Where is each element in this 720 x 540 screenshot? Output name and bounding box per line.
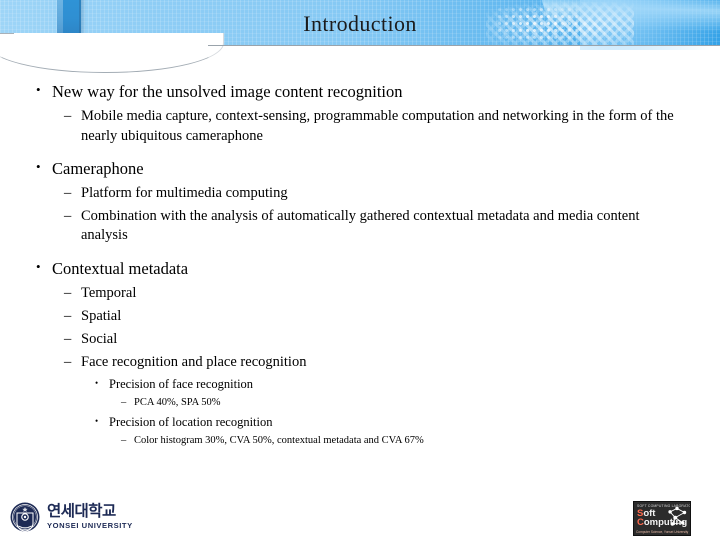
bullet-level2: – Platform for multimedia computing (0, 184, 720, 203)
yonsei-logo-wordmark: 연세대학교 YONSEI UNIVERSITY (47, 504, 133, 529)
yonsei-name-korean: 연세대학교 (47, 502, 116, 521)
bullet-level1: • Cameraphone (0, 158, 720, 180)
bullet-text: Face recognition and place recognition (81, 354, 307, 371)
bullet-text: Platform for multimedia computing (81, 185, 288, 202)
bullet-text: Mobile media capture, context-sensing, p… (81, 108, 674, 144)
bullet-dash-icon: – (64, 208, 72, 225)
bullet-level4: – Color histogram 30%, CVA 50%, contextu… (0, 434, 720, 448)
bullet-level2: – Social (0, 330, 720, 349)
bullet-square-icon: • (95, 416, 99, 427)
bullet-level2: – Face recognition and place recognition (0, 353, 720, 372)
network-graph-icon (668, 506, 687, 526)
computing-word-capital: C (637, 517, 644, 528)
bullet-text: Temporal (81, 284, 137, 301)
bullet-text: Precision of location recognition (109, 415, 273, 430)
bullet-text: Color histogram 30%, CVA 50%, contextual… (134, 435, 424, 446)
header-curve-dip (0, 33, 224, 73)
bullet-dash-icon: – (64, 308, 72, 325)
bullet-square-icon: • (95, 378, 99, 389)
bullet-level4: – PCA 40%, SPA 50% (0, 396, 720, 410)
bullet-level2: – Mobile media capture, context-sensing,… (0, 107, 720, 145)
bullet-dash-icon: – (121, 435, 127, 446)
bullet-dot-icon: • (36, 158, 41, 174)
bullet-dash-icon: – (64, 284, 72, 301)
soft-computing-lab-logo: SOFT COMPUTING LABORATORY Soft Computing… (633, 501, 691, 536)
bullet-text: Spatial (81, 308, 122, 325)
bullet-text: Contextual metadata (52, 258, 189, 278)
bullet-level3: • Precision of location recognition (0, 414, 720, 431)
bullet-text: Precision of face recognition (109, 377, 254, 392)
bullet-level1: • New way for the unsolved image content… (0, 81, 720, 103)
bullet-dot-icon: • (36, 258, 41, 274)
bullet-text: PCA 40%, SPA 50% (134, 397, 221, 409)
yonsei-university-logo: 연세대학교 YONSEI UNIVERSITY (10, 502, 133, 532)
bullet-dash-icon: – (121, 397, 127, 409)
header-bottom-rule (208, 45, 720, 46)
bullet-level3: • Precision of face recognition (0, 376, 720, 393)
bullet-dash-icon: – (64, 185, 72, 202)
bullet-text: Combination with the analysis of automat… (81, 208, 640, 244)
bullet-level2: – Spatial (0, 307, 720, 326)
bullet-level2: – Temporal (0, 284, 720, 303)
slide-title: Introduction (303, 11, 417, 36)
bullet-level1: • Contextual metadata (0, 258, 720, 280)
bullet-text: New way for the unsolved image content r… (52, 82, 403, 101)
bullet-text: Social (81, 331, 118, 348)
bullet-dash-icon: – (64, 108, 72, 125)
bullet-dot-icon: • (36, 82, 41, 97)
bullet-dash-icon: – (64, 331, 72, 348)
bullet-level2: – Combination with the analysis of autom… (0, 207, 720, 245)
bullet-dash-icon: – (64, 354, 72, 371)
slide-content-body: • New way for the unsolved image content… (0, 72, 720, 448)
yonsei-name-english: YONSEI UNIVERSITY (47, 520, 133, 530)
bullet-text: Cameraphone (52, 158, 144, 178)
yonsei-emblem-icon (10, 502, 40, 532)
soft-computing-bottom-line: Computer Science, Yonsei University (636, 529, 689, 534)
